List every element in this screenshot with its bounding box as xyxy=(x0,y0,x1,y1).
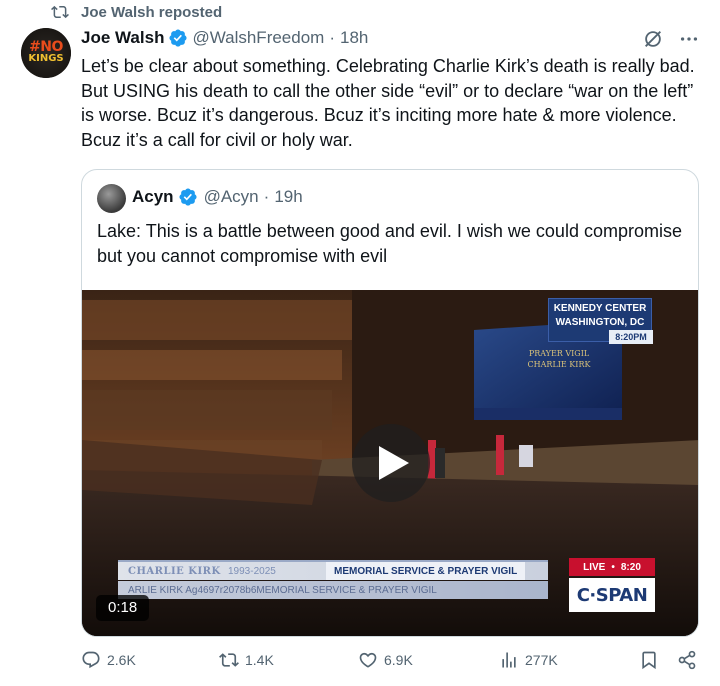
share-button[interactable] xyxy=(677,650,697,670)
lower-third-name: CHARLIE KIRK xyxy=(128,565,221,577)
tweet-text: Let’s be clear about something. Celebrat… xyxy=(81,56,695,150)
repost-label: Joe Walsh reposted xyxy=(81,3,223,21)
video-duration: 0:18 xyxy=(96,595,150,621)
repost-action-icon xyxy=(219,653,239,667)
stage-screen-text: PRAYER VIGIL CHARLIE KIRK xyxy=(514,348,604,370)
grok-icon[interactable] xyxy=(642,28,664,50)
repost-button[interactable]: 1.4K xyxy=(219,650,274,670)
views-chart-icon xyxy=(502,652,516,668)
like-button[interactable]: 6.9K xyxy=(358,650,413,670)
play-icon xyxy=(379,446,409,480)
quoted-author-handle[interactable]: @Acyn xyxy=(204,187,259,207)
verified-badge-icon[interactable] xyxy=(168,28,188,48)
author-handle[interactable]: @WalshFreedom xyxy=(192,28,324,48)
repost-indicator[interactable]: Joe Walsh reposted xyxy=(51,2,222,22)
quoted-author-name[interactable]: Acyn xyxy=(132,187,174,207)
heart-icon xyxy=(359,652,377,668)
live-badge: LIVE • 8:20 xyxy=(569,558,655,576)
reply-button[interactable]: 2.6K xyxy=(81,650,136,670)
quoted-verified-badge-icon[interactable] xyxy=(178,187,198,207)
no-kings-logo: #NO KINGS xyxy=(28,39,64,65)
quoted-tweet-time[interactable]: 19h xyxy=(274,187,302,207)
author-avatar[interactable]: #NO KINGS xyxy=(21,28,71,78)
separator-dot: · xyxy=(329,28,336,47)
tweet-time[interactable]: 18h xyxy=(340,28,368,48)
tweet-header: Joe Walsh @WalshFreedom · 18h xyxy=(81,26,368,50)
share-icon xyxy=(678,650,696,670)
more-options-icon[interactable] xyxy=(678,28,700,50)
avatar-text-line2: KINGS xyxy=(28,53,64,64)
bookmark-icon xyxy=(642,651,656,670)
lower-third-ticker: ARLIE KIRK Ag4697r2078b6MEMORIAL SERVICE… xyxy=(118,581,548,599)
reply-count: 2.6K xyxy=(107,652,136,668)
quoted-tweet-header: Acyn @Acyn · 19h xyxy=(132,187,303,207)
quoted-tweet-text: Lake: This is a battle between good and … xyxy=(97,221,682,266)
lower-third-event: MEMORIAL SERVICE & PRAYER VIGIL xyxy=(326,562,526,580)
views-button[interactable]: 277K xyxy=(499,650,558,670)
quoted-separator-dot: · xyxy=(263,187,270,206)
avatar-text-line1: #NO xyxy=(29,39,63,55)
live-time: 8:20 xyxy=(620,561,641,573)
screen-line2: CHARLIE KIRK xyxy=(527,360,591,369)
repost-count: 1.4K xyxy=(245,652,274,668)
views-count: 277K xyxy=(525,652,558,668)
author-name[interactable]: Joe Walsh xyxy=(81,28,164,48)
reply-icon xyxy=(82,651,100,669)
live-dot-icon: • xyxy=(611,561,615,573)
location-time: 8:20PM xyxy=(609,330,653,344)
location-line2: WASHINGTON, DC xyxy=(555,317,645,328)
tweet-top-actions xyxy=(642,28,700,50)
play-button[interactable] xyxy=(352,424,430,502)
tweet-actions-bar: 2.6K 1.4K 6.9K 277K xyxy=(81,650,701,674)
lower-third-banner: CHARLIE KIRK 1993-2025 MEMORIAL SERVICE … xyxy=(118,560,548,580)
bookmark-button[interactable] xyxy=(639,650,659,670)
lower-third-years: 1993-2025 xyxy=(228,565,276,577)
quoted-tweet[interactable]: Acyn @Acyn · 19h Lake: This is a battle … xyxy=(81,169,699,637)
network-logo: C·SPAN xyxy=(569,578,655,612)
like-count: 6.9K xyxy=(384,652,413,668)
screen-line1: PRAYER VIGIL xyxy=(528,349,590,358)
video-player[interactable]: KENNEDY CENTER WASHINGTON, DC 8:20PM PRA… xyxy=(82,290,698,636)
live-label: LIVE xyxy=(583,561,606,573)
quoted-author-avatar[interactable] xyxy=(97,184,126,213)
location-line1: KENNEDY CENTER xyxy=(553,303,647,314)
repost-icon xyxy=(51,5,69,19)
